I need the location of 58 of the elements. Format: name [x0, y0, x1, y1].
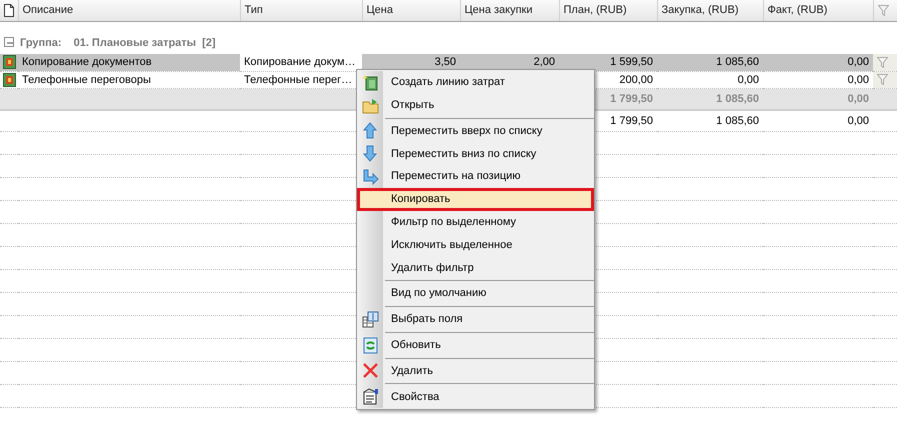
column-header[interactable]: Тип: [240, 0, 362, 21]
column-header[interactable]: Факт, (RUB): [763, 0, 873, 21]
column-header[interactable]: Закупка, (RUB): [657, 0, 763, 21]
table-cell: 2,00: [534, 56, 555, 68]
table-cell: 3,50: [434, 56, 456, 68]
menu-item[interactable]: Переместить вверх по списку: [357, 120, 594, 142]
cost-line-icon: [3, 72, 16, 87]
table-cell: Телефонные переговоры: [22, 74, 151, 86]
table-cell: 1 085,60: [716, 56, 759, 68]
table-cell: Копирование документов: [22, 56, 152, 68]
delete-icon: [362, 362, 378, 380]
menu-item[interactable]: Создать линию затрат: [357, 71, 594, 94]
table-cell: 200,00: [619, 74, 653, 86]
turn-arrow-icon: [362, 168, 378, 186]
table-cell: Телефонные перег…: [244, 74, 352, 86]
total-cell: 1 085,60: [716, 114, 759, 126]
new-item-icon: [362, 74, 378, 91]
column-header[interactable]: Цена закупки: [460, 0, 559, 21]
menu-item[interactable]: Свойства: [357, 385, 594, 408]
subtotal-cell: 1 085,60: [716, 92, 759, 104]
up-arrow-icon: [362, 122, 378, 140]
subtotal-cell: 0,00: [848, 92, 869, 104]
table-cell: 0,00: [848, 74, 869, 86]
table-cell: 0,00: [848, 56, 869, 68]
column-header[interactable]: План, (RUB): [559, 0, 657, 21]
menu-item[interactable]: Обновить: [357, 334, 594, 357]
menu-item[interactable]: Удалить: [357, 360, 594, 382]
properties-icon: [362, 388, 378, 406]
menu-item[interactable]: Фильтр по выделенному: [357, 210, 594, 234]
menu-item[interactable]: Выбрать поля: [357, 308, 594, 331]
total-cell: 0,00: [848, 114, 869, 126]
cost-line-icon: [3, 55, 16, 70]
filter-icon[interactable]: [877, 74, 888, 86]
table-cell: 0,00: [738, 74, 759, 86]
filter-icon[interactable]: [878, 4, 888, 16]
menu-item[interactable]: Переместить на позицию: [357, 165, 594, 188]
menu-item[interactable]: Переместить вниз по списку: [357, 142, 594, 166]
fields-icon: [362, 310, 378, 328]
subtotal-cell: 1 799,50: [610, 92, 653, 104]
menu-item[interactable]: Удалить фильтр: [357, 256, 594, 280]
filter-icon[interactable]: [877, 56, 888, 68]
column-header[interactable]: Описание: [18, 0, 240, 21]
menu-item[interactable]: Открыть: [357, 94, 594, 117]
down-arrow-icon: [362, 145, 378, 162]
group-name: 01. Плановые затраты: [74, 36, 196, 49]
total-cell: 1 799,50: [610, 114, 653, 126]
folder-icon: [362, 96, 378, 114]
group-count: [2]: [202, 36, 216, 49]
collapse-icon[interactable]: [4, 36, 14, 47]
column-header[interactable]: Цена: [362, 0, 460, 21]
table-cell: Копирование докум…: [244, 56, 356, 68]
group-label: Группа:: [20, 36, 62, 49]
table-cell: 1 599,50: [610, 56, 653, 68]
menu-item[interactable]: Вид по умолчанию: [357, 282, 594, 305]
menu-item[interactable]: Исключить выделенное: [357, 234, 594, 256]
refresh-icon: [362, 336, 378, 354]
document-icon: [4, 4, 14, 17]
menu-item[interactable]: Копировать: [357, 188, 594, 211]
